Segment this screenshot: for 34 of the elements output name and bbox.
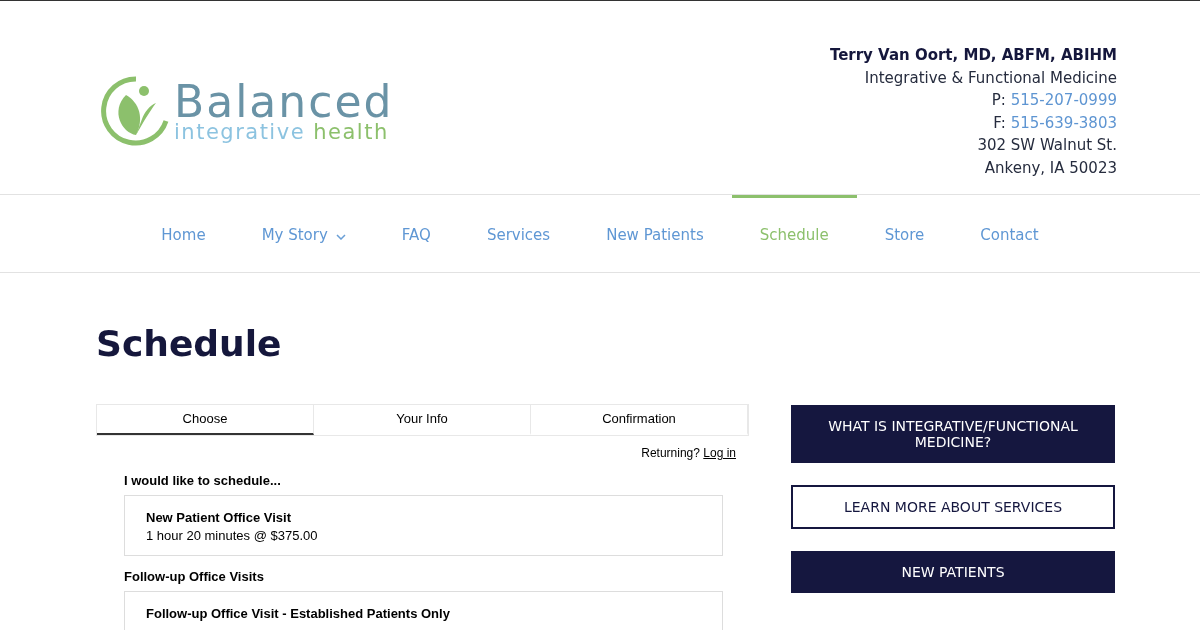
phone-label: P: (991, 90, 1006, 112)
nav-link[interactable]: New Patients (578, 195, 732, 272)
section-heading: Follow-up Office Visits (124, 569, 265, 584)
appointment-title: New Patient Office Visit (146, 510, 292, 525)
appointment-option[interactable]: Follow-up Office Visit - Established Patients Only (124, 591, 723, 630)
step-tab[interactable]: Your Info (314, 405, 531, 435)
nav-link[interactable]: Schedule (731, 195, 857, 272)
sidebar-button[interactable]: WHAT IS INTEGRATIVE/FUNCTIONAL MEDICINE? (791, 405, 1115, 463)
city-address: Ankeny, IA 50023 (984, 157, 1117, 179)
step-tab[interactable]: Choose (97, 405, 314, 435)
nav-link[interactable]: Store (856, 195, 953, 272)
section-heading: I would like to schedule... (124, 473, 282, 488)
nav-link[interactable]: My Story (233, 195, 374, 272)
logo-tagline: integrative health (174, 121, 390, 143)
page-title: Schedule (96, 323, 283, 364)
street-address: 302 SW Walnut St. (977, 135, 1117, 157)
doctor-name: Terry Van Oort, MD, ABFM, ABIHM (829, 45, 1117, 66)
specialty-text: Integrative & Functional Medicine (864, 67, 1117, 89)
appointment-detail: 1 hour 20 minutes @ $375.00 (146, 528, 319, 543)
returning-text: Returning? (641, 446, 700, 460)
nav-link[interactable]: FAQ (373, 195, 459, 272)
appointment-option[interactable]: New Patient Office Visit 1 hour 20 minutes @ $375.00 (124, 495, 723, 556)
nav-link[interactable]: Home (133, 195, 234, 272)
logo-wordmark: Balanced (174, 79, 394, 124)
step-tab[interactable]: Confirmation (531, 405, 748, 435)
login-link[interactable]: Log in (703, 446, 736, 460)
fax-label: F: (993, 112, 1006, 134)
appointment-title: Follow-up Office Visit - Established Patients Only (146, 606, 451, 621)
nav-link[interactable]: Contact (952, 195, 1067, 272)
sidebar-button[interactable]: LEARN MORE ABOUT SERVICES (791, 485, 1115, 529)
phone-link[interactable]: 515-207-0999 (1010, 89, 1117, 112)
nav-link[interactable]: Services (458, 195, 579, 272)
sidebar-button[interactable]: NEW PATIENTS (791, 551, 1115, 593)
fax-link[interactable]: 515-639-3803 (1010, 111, 1117, 135)
